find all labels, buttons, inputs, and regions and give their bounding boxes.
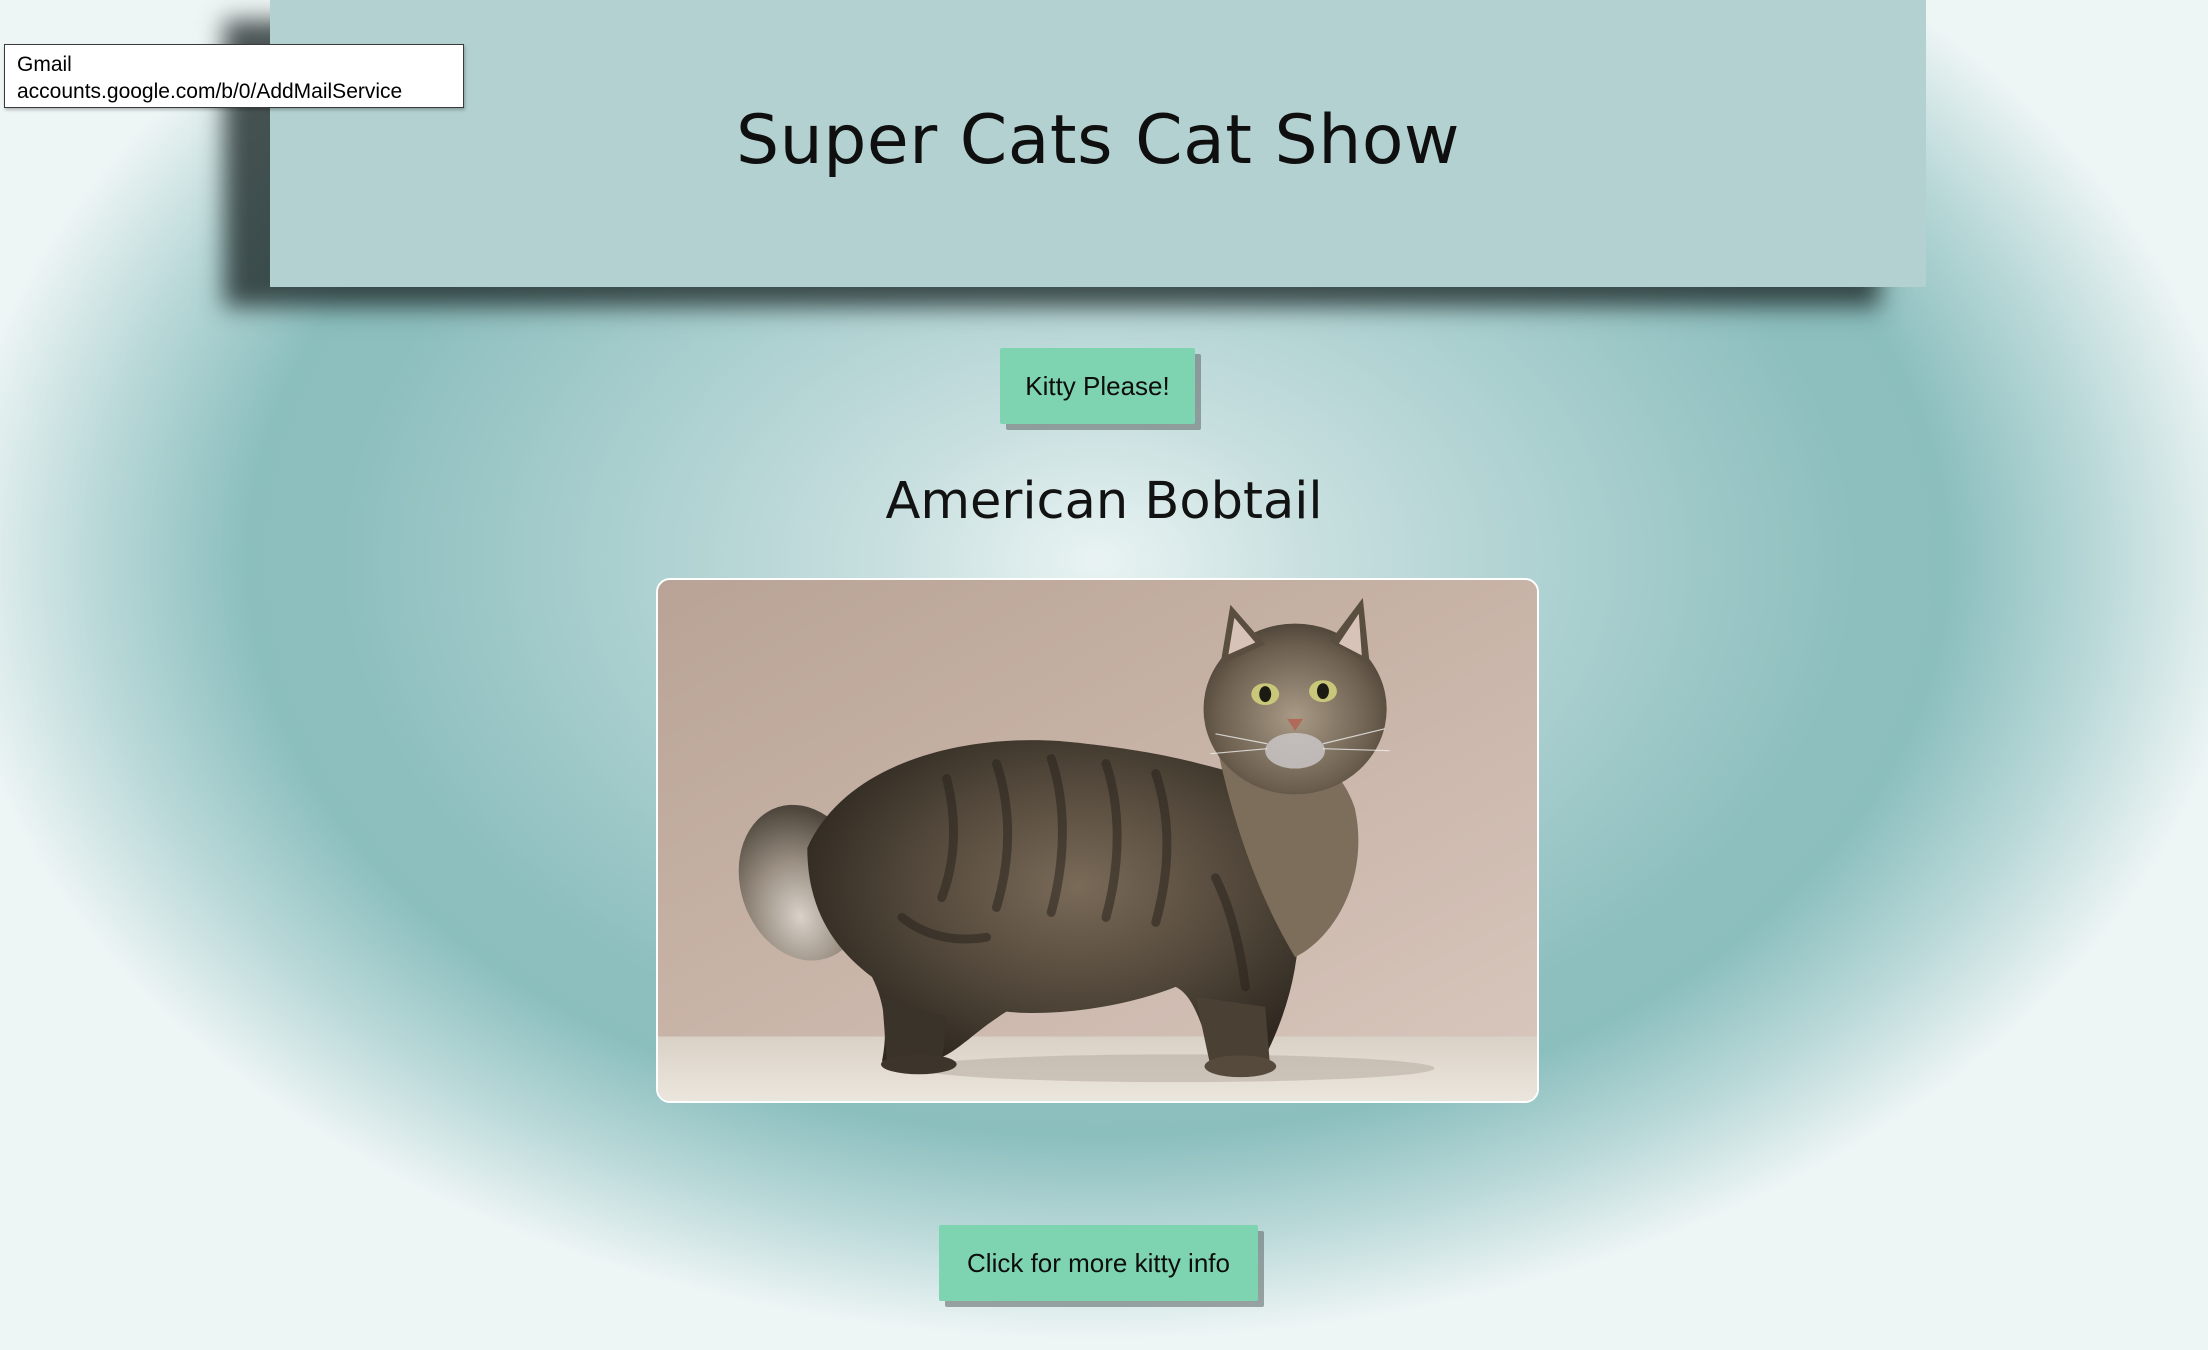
page-title: Super Cats Cat Show	[735, 101, 1461, 180]
tooltip-title: Gmail	[17, 53, 72, 76]
cat-photo	[656, 578, 1539, 1103]
tooltip-url: accounts.google.com/b/0/AddMailService	[17, 80, 403, 103]
link-tooltip: Gmail accounts.google.com/b/0/AddMailSer…	[4, 44, 464, 108]
kitty-please-button[interactable]: Kitty Please!	[1000, 348, 1195, 424]
more-kitty-info-button[interactable]: Click for more kitty info	[939, 1225, 1258, 1301]
breed-name: American Bobtail	[885, 472, 1323, 531]
cat-photo-icon	[658, 580, 1537, 1101]
page-header: Super Cats Cat Show	[270, 0, 1926, 287]
